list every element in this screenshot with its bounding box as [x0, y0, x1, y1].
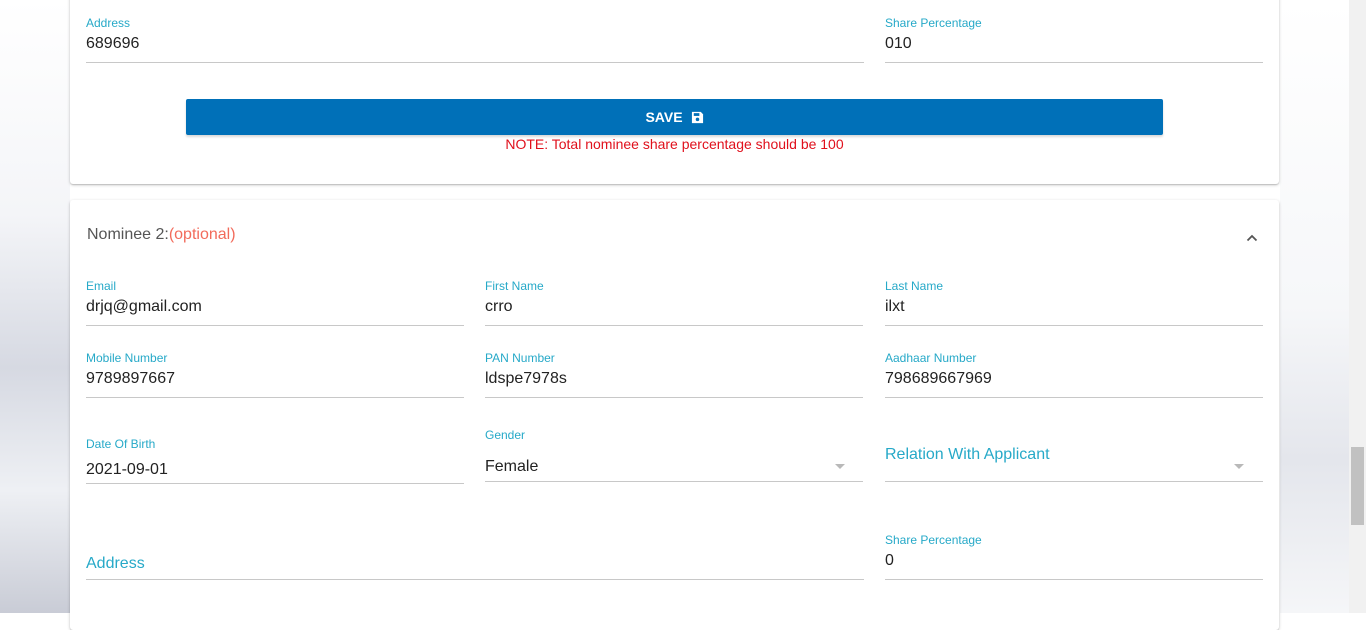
first-name-label: First Name [485, 279, 544, 293]
save-icon [691, 111, 704, 124]
share-percentage-field[interactable]: Share Percentage 0 [885, 531, 1263, 580]
save-button-label: SAVE [645, 109, 683, 125]
background-right [1280, 0, 1349, 613]
address-field[interactable]: Address [86, 548, 864, 580]
nominee1-share-value[interactable]: 010 [885, 35, 912, 53]
caret-down-icon [835, 464, 845, 469]
share-percentage-label: Share Percentage [885, 533, 982, 547]
first-name-value[interactable]: crro [485, 298, 513, 316]
last-name-field[interactable]: Last Name ilxt [885, 277, 1263, 326]
email-field[interactable]: Email drjq@gmail.com [86, 277, 464, 326]
gender-select[interactable]: Gender Female [485, 426, 863, 482]
gender-value: Female [485, 458, 539, 475]
share-percentage-value[interactable]: 0 [885, 552, 894, 570]
relation-with-applicant-placeholder: Relation With Applicant [885, 446, 1050, 463]
nominee1-share-field[interactable]: Share Percentage 010 [885, 14, 1263, 63]
pan-number-label: PAN Number [485, 351, 555, 365]
mobile-number-field[interactable]: Mobile Number 9789897667 [86, 349, 464, 398]
nominee1-share-label: Share Percentage [885, 16, 982, 30]
address-placeholder: Address [86, 555, 145, 572]
pan-number-field[interactable]: PAN Number ldspe7978s [485, 349, 863, 398]
aadhaar-number-value[interactable]: 798689667969 [885, 370, 992, 388]
pan-number-value[interactable]: ldspe7978s [485, 370, 567, 388]
share-note: NOTE: Total nominee share percentage sho… [505, 136, 844, 152]
date-of-birth-value[interactable]: 2021-09-01 [86, 461, 168, 479]
chevron-up-icon[interactable] [1244, 230, 1260, 246]
nominee1-address-label: Address [86, 16, 131, 30]
last-name-value[interactable]: ilxt [885, 298, 905, 316]
scrollbar-thumb[interactable] [1351, 447, 1364, 525]
nominee1-address-field[interactable]: Address 689696 [86, 14, 864, 63]
date-of-birth-field[interactable]: Date Of Birth 2021-09-01 [86, 435, 464, 484]
nominee1-address-value[interactable]: 689696 [86, 35, 139, 53]
nominee-2-title[interactable]: Nominee 2:(optional) [87, 226, 236, 244]
mobile-number-value[interactable]: 9789897667 [86, 370, 175, 388]
nominee-2-title-text: Nominee 2: [87, 226, 169, 243]
caret-down-icon [1234, 464, 1244, 469]
date-of-birth-label: Date Of Birth [86, 437, 156, 451]
mobile-number-label: Mobile Number [86, 351, 168, 365]
aadhaar-number-field[interactable]: Aadhaar Number 798689667969 [885, 349, 1263, 398]
email-value[interactable]: drjq@gmail.com [86, 298, 202, 316]
last-name-label: Last Name [885, 279, 944, 293]
first-name-field[interactable]: First Name crro [485, 277, 863, 326]
background-left [0, 0, 70, 613]
optional-label: (optional) [168, 226, 236, 243]
save-button[interactable]: SAVE [186, 99, 1163, 135]
gender-label: Gender [485, 428, 526, 442]
email-label: Email [86, 279, 117, 293]
relation-with-applicant-select[interactable]: Relation With Applicant [885, 440, 1263, 482]
aadhaar-number-label: Aadhaar Number [885, 351, 977, 365]
